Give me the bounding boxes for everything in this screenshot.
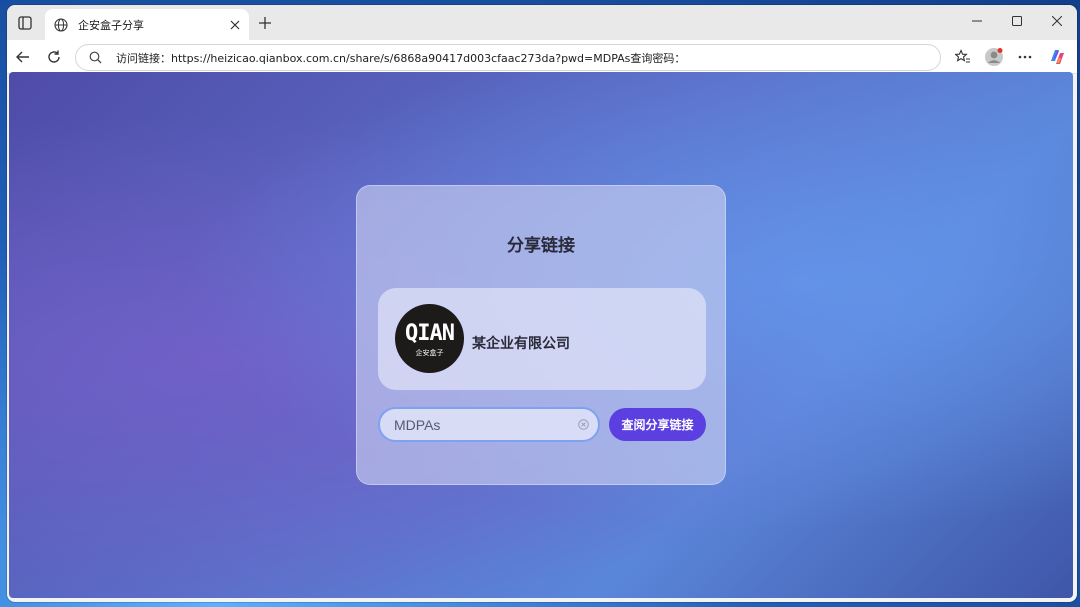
password-input[interactable] xyxy=(394,409,574,440)
minimize-icon xyxy=(972,20,982,22)
refresh-button[interactable] xyxy=(43,46,65,68)
tab-strip: 企安盒子分享 xyxy=(7,5,1077,40)
plus-icon xyxy=(259,17,271,29)
page-viewport: 分享链接 QIAN 企安盒子 某企业有限公司 查阅分享链接 xyxy=(9,72,1073,598)
more-options-button[interactable] xyxy=(1014,46,1036,68)
back-button[interactable] xyxy=(12,46,34,68)
copilot-button[interactable] xyxy=(1046,46,1068,68)
company-name: 某企业有限公司 xyxy=(472,336,570,352)
page-title: 分享链接 xyxy=(507,236,575,256)
profile-button[interactable] xyxy=(983,46,1005,68)
browser-window: 企安盒子分享 访问链接：https://heizicao.qianbox.com… xyxy=(7,5,1077,602)
company-panel: QIAN 企安盒子 某企业有限公司 xyxy=(378,288,706,390)
tab-actions-icon xyxy=(18,16,32,30)
company-logo: QIAN 企安盒子 xyxy=(395,304,464,373)
tab-active[interactable]: 企安盒子分享 xyxy=(45,9,249,40)
favorites-star-icon xyxy=(955,49,970,63)
maximize-button[interactable] xyxy=(997,5,1037,37)
favorites-button[interactable] xyxy=(952,46,974,68)
logo-mark: QIAN xyxy=(405,321,455,346)
address-text: 访问链接：https://heizicao.qianbox.com.cn/sha… xyxy=(116,51,686,65)
tab-actions-button[interactable] xyxy=(15,13,35,33)
search-icon xyxy=(88,51,102,65)
copilot-icon xyxy=(1051,50,1064,64)
window-close-icon xyxy=(1052,16,1062,26)
password-field-wrapper xyxy=(378,407,600,442)
share-card: 分享链接 QIAN 企安盒子 某企业有限公司 查阅分享链接 xyxy=(356,185,726,485)
clear-input-icon[interactable] xyxy=(577,418,590,431)
profile-avatar-icon xyxy=(985,48,1003,66)
browser-toolbar: 访问链接：https://heizicao.qianbox.com.cn/sha… xyxy=(7,40,1077,74)
tab-title: 企安盒子分享 xyxy=(78,18,144,32)
globe-icon xyxy=(53,17,69,33)
new-tab-button[interactable] xyxy=(255,13,275,33)
window-close-button[interactable] xyxy=(1037,5,1077,37)
minimize-button[interactable] xyxy=(957,5,997,37)
refresh-icon xyxy=(48,50,60,63)
logo-subtitle: 企安盒子 xyxy=(415,349,444,357)
more-options-icon xyxy=(1018,55,1032,59)
address-bar[interactable]: 访问链接：https://heizicao.qianbox.com.cn/sha… xyxy=(75,44,941,71)
window-controls xyxy=(957,5,1077,37)
close-icon[interactable] xyxy=(227,17,243,33)
back-arrow-icon xyxy=(16,51,29,63)
query-share-link-button[interactable]: 查阅分享链接 xyxy=(609,408,706,441)
maximize-icon xyxy=(1012,16,1022,26)
